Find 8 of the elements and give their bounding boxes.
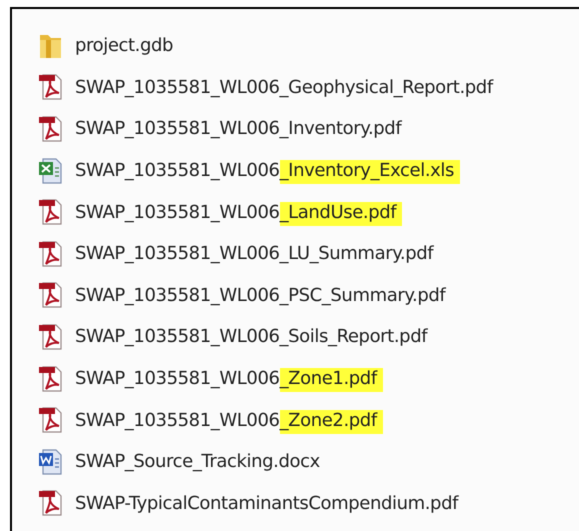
file-name[interactable]: SWAP_1035581_WL006_LU_Summary.pdf (75, 240, 434, 268)
file-name[interactable]: SWAP_1035581_WL006_Soils_Report.pdf (75, 323, 428, 350)
file-name[interactable]: SWAP-TypicalContaminantsCompendium.pdf (75, 490, 458, 517)
file-name[interactable]: SWAP_1035581_WL006_PSC_Summary.pdf (75, 282, 446, 309)
file-name[interactable]: SWAP_1035581_WL006_Inventory.pdf (75, 115, 402, 142)
file-name[interactable]: project.gdb (75, 32, 174, 60)
file-name[interactable]: SWAP_1035581_WL006_Geophysical_Report.pdf (75, 74, 493, 101)
file-name[interactable]: SWAP_Source_Tracking.docx (75, 448, 320, 476)
